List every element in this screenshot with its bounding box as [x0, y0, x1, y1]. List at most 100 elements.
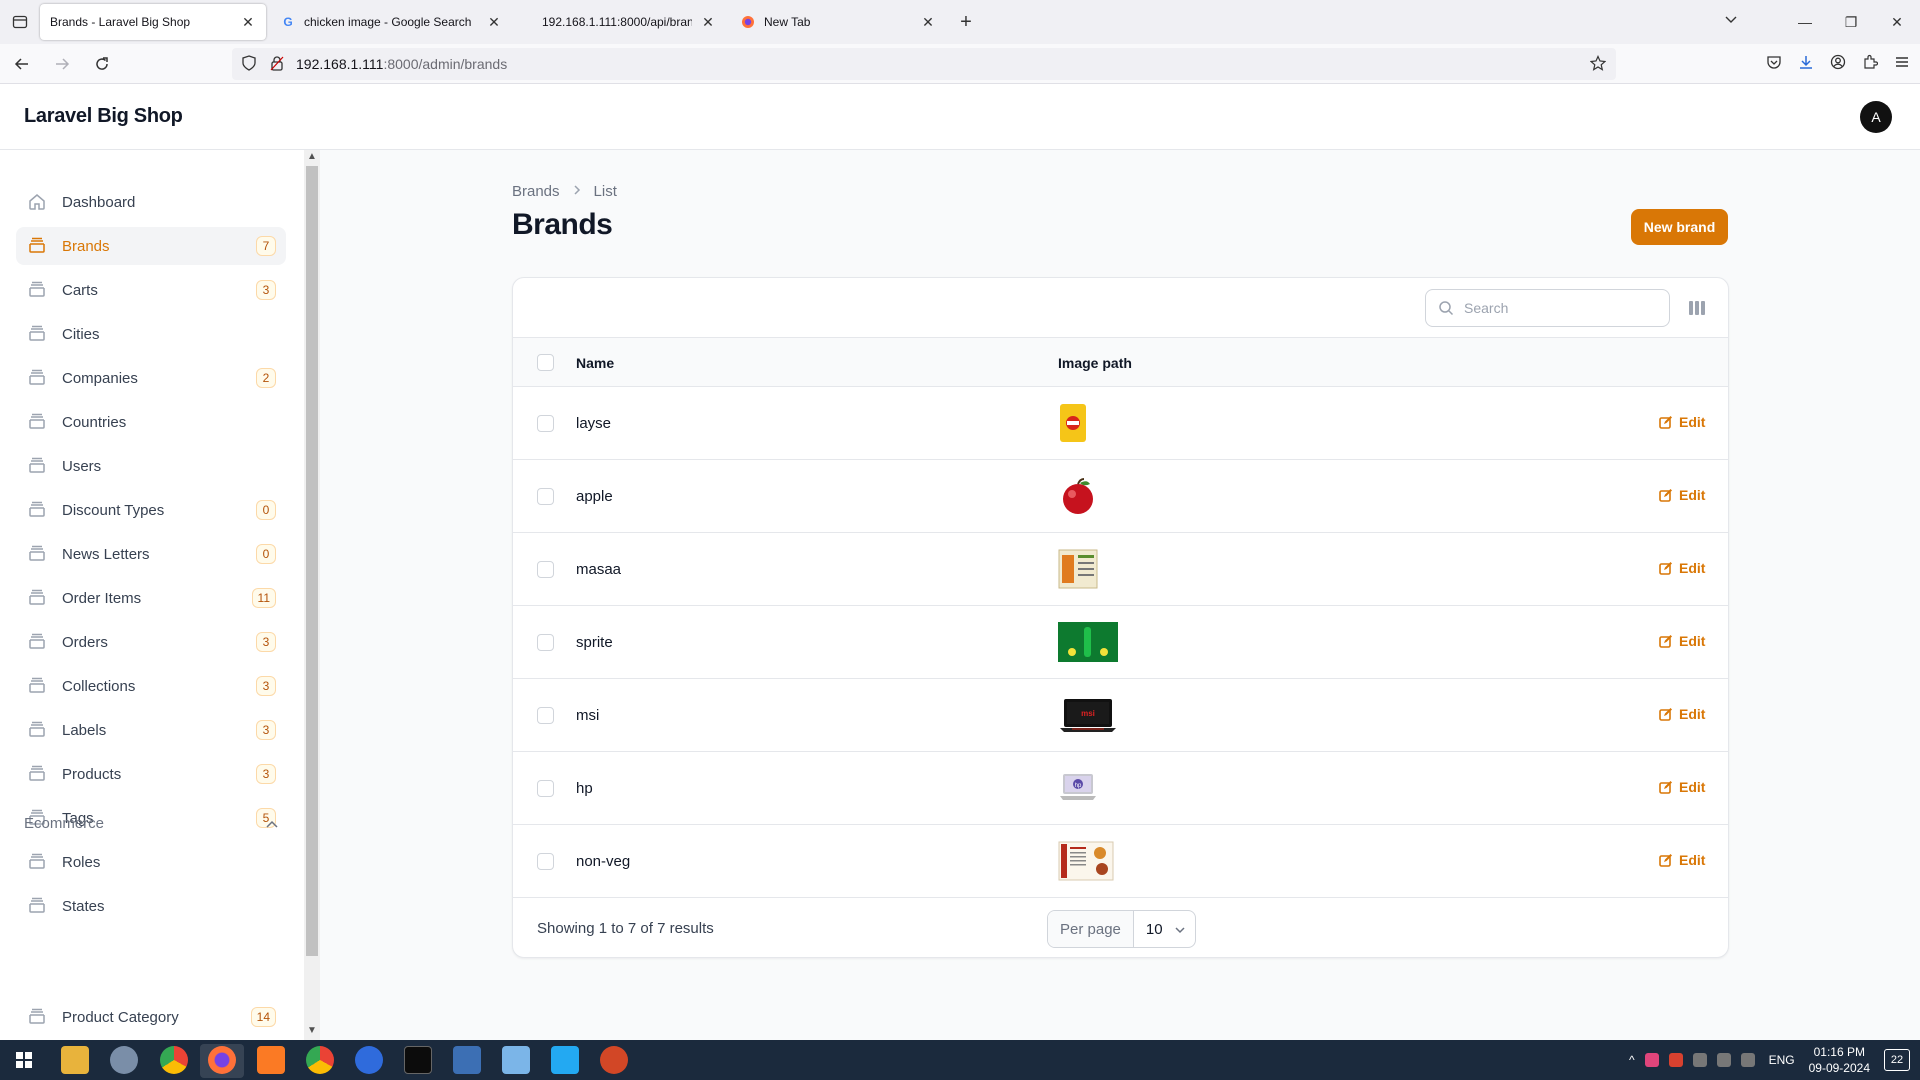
edit-button[interactable]: Edit [1659, 779, 1705, 795]
bookmark-star-icon[interactable] [1589, 55, 1607, 74]
app-settings-icon[interactable] [110, 1046, 138, 1074]
windows-start-icon[interactable] [10, 1046, 38, 1074]
scroll-thumb[interactable] [306, 166, 318, 956]
vscode-icon[interactable] [551, 1046, 579, 1074]
sidebar-group-ecommerce[interactable]: Ecommerce [24, 815, 278, 832]
browser-tab-google[interactable]: G chicken image - Google Search ✕ [270, 4, 512, 40]
volume-icon[interactable] [1740, 1053, 1755, 1067]
table-row[interactable]: apple Edit [513, 460, 1728, 533]
table-row[interactable]: msi msi Edit [513, 679, 1728, 752]
breadcrumb-link-brands[interactable]: Brands [512, 183, 560, 200]
per-page-select[interactable]: Per page 10 [1047, 910, 1196, 948]
language-indicator[interactable]: ENG [1769, 1053, 1795, 1067]
row-checkbox[interactable] [537, 415, 554, 432]
close-window-icon[interactable]: ✕ [1874, 0, 1920, 44]
row-checkbox[interactable] [537, 488, 554, 505]
chrome-icon[interactable] [160, 1046, 188, 1074]
chrome-profile-icon[interactable] [306, 1046, 334, 1074]
store-icon[interactable] [453, 1046, 481, 1074]
edit-button[interactable]: Edit [1659, 706, 1705, 722]
powerpoint-icon[interactable] [600, 1046, 628, 1074]
tab-close-icon[interactable]: ✕ [240, 14, 256, 31]
sidebar-scrollbar[interactable]: ▲ ▼ [304, 150, 320, 1040]
sidebar-item-states[interactable]: States [16, 887, 286, 925]
sidebar-item-dashboard[interactable]: Dashboard [16, 183, 286, 221]
xampp-icon[interactable] [257, 1046, 285, 1074]
browser-tab-newtab[interactable]: New Tab ✕ [730, 4, 946, 40]
tab-close-icon[interactable]: ✕ [920, 14, 936, 31]
sidebar-item-carts[interactable]: Carts 3 [16, 271, 286, 309]
back-icon[interactable] [4, 46, 40, 82]
lock-icon[interactable] [270, 55, 284, 74]
app-icon[interactable] [355, 1046, 383, 1074]
chevron-down-icon[interactable] [1724, 12, 1738, 31]
tab-close-icon[interactable]: ✕ [700, 14, 716, 31]
select-all-checkbox[interactable] [537, 354, 554, 371]
firefox-icon[interactable] [208, 1046, 236, 1074]
new-brand-button[interactable]: New brand [1631, 209, 1728, 245]
sidebar-item-countries[interactable]: Countries [16, 403, 286, 441]
column-toggle-icon[interactable] [1686, 297, 1708, 319]
column-header-name[interactable]: Name [576, 355, 614, 371]
per-page-value-wrap[interactable]: 10 [1134, 911, 1195, 947]
table-row[interactable]: layse Edit [513, 387, 1728, 460]
edit-button[interactable]: Edit [1659, 487, 1705, 503]
tray-app-icon[interactable] [1644, 1053, 1659, 1067]
row-checkbox[interactable] [537, 561, 554, 578]
network-icon[interactable] [1716, 1053, 1731, 1067]
download-icon[interactable] [1798, 54, 1814, 75]
edit-button[interactable]: Edit [1659, 560, 1705, 576]
sidebar-item-order-items[interactable]: Order Items 11 [16, 579, 286, 617]
chevron-up-icon[interactable]: ^ [1629, 1053, 1635, 1067]
clock[interactable]: 01:16 PM 09-09-2024 [1809, 1044, 1870, 1076]
edit-button[interactable]: Edit [1659, 633, 1705, 649]
tracking-shield-icon[interactable] [242, 54, 256, 74]
avatar[interactable]: A [1860, 101, 1892, 133]
chevron-up-icon[interactable] [266, 815, 278, 832]
menu-icon[interactable] [1894, 54, 1910, 75]
scroll-up-icon[interactable]: ▲ [307, 152, 317, 162]
account-icon[interactable] [1830, 54, 1846, 75]
row-checkbox[interactable] [537, 853, 554, 870]
sidebar-item-labels[interactable]: Labels 3 [16, 711, 286, 749]
scroll-down-icon[interactable]: ▼ [307, 1026, 317, 1036]
notification-icon[interactable]: 22 [1884, 1049, 1910, 1071]
table-row[interactable]: sprite Edit [513, 606, 1728, 679]
extensions-icon[interactable] [1862, 54, 1879, 75]
file-explorer-icon[interactable] [61, 1046, 89, 1074]
tab-close-icon[interactable]: ✕ [486, 14, 502, 31]
tab-list-icon[interactable] [0, 0, 40, 44]
row-checkbox[interactable] [537, 707, 554, 724]
sidebar-item-orders[interactable]: Orders 3 [16, 623, 286, 661]
sidebar-item-users[interactable]: Users [16, 447, 286, 485]
sidebar-item-cities[interactable]: Cities [16, 315, 286, 353]
url-bar[interactable]: 192.168.1.111:8000/admin/brands [232, 48, 1616, 80]
forward-icon[interactable] [44, 46, 80, 82]
new-tab-button[interactable]: + [950, 6, 982, 38]
notepad-icon[interactable] [502, 1046, 530, 1074]
search-input[interactable] [1464, 300, 1644, 316]
sidebar-item-product-category[interactable]: Product Category 14 [16, 998, 286, 1036]
tray-app-icon[interactable] [1692, 1053, 1707, 1067]
restore-icon[interactable]: ❐ [1828, 0, 1874, 44]
edit-button[interactable]: Edit [1659, 414, 1705, 430]
row-checkbox[interactable] [537, 780, 554, 797]
sidebar-item-collections[interactable]: Collections 3 [16, 667, 286, 705]
sidebar-item-roles[interactable]: Roles [16, 843, 286, 881]
table-row[interactable]: non-veg Edit [513, 825, 1728, 898]
edit-button[interactable]: Edit [1659, 852, 1705, 868]
tray-app-icon[interactable] [1668, 1053, 1683, 1067]
sidebar-item-discount-types[interactable]: Discount Types 0 [16, 491, 286, 529]
reload-icon[interactable] [84, 46, 120, 82]
sidebar-item-brands[interactable]: Brands 7 [16, 227, 286, 265]
sidebar-item-news-letters[interactable]: News Letters 0 [16, 535, 286, 573]
row-checkbox[interactable] [537, 634, 554, 651]
sidebar-item-products[interactable]: Products 3 [16, 755, 286, 793]
table-row[interactable]: masaa Edit [513, 533, 1728, 606]
sidebar-item-companies[interactable]: Companies 2 [16, 359, 286, 397]
pocket-icon[interactable] [1766, 54, 1782, 75]
browser-tab-api[interactable]: 192.168.1.111:8000/api/brands ✕ [516, 4, 726, 40]
app-title[interactable]: Laravel Big Shop [24, 105, 183, 128]
table-row[interactable]: hp hp Edit [513, 752, 1728, 825]
browser-tab-active[interactable]: Brands - Laravel Big Shop ✕ [40, 4, 266, 40]
